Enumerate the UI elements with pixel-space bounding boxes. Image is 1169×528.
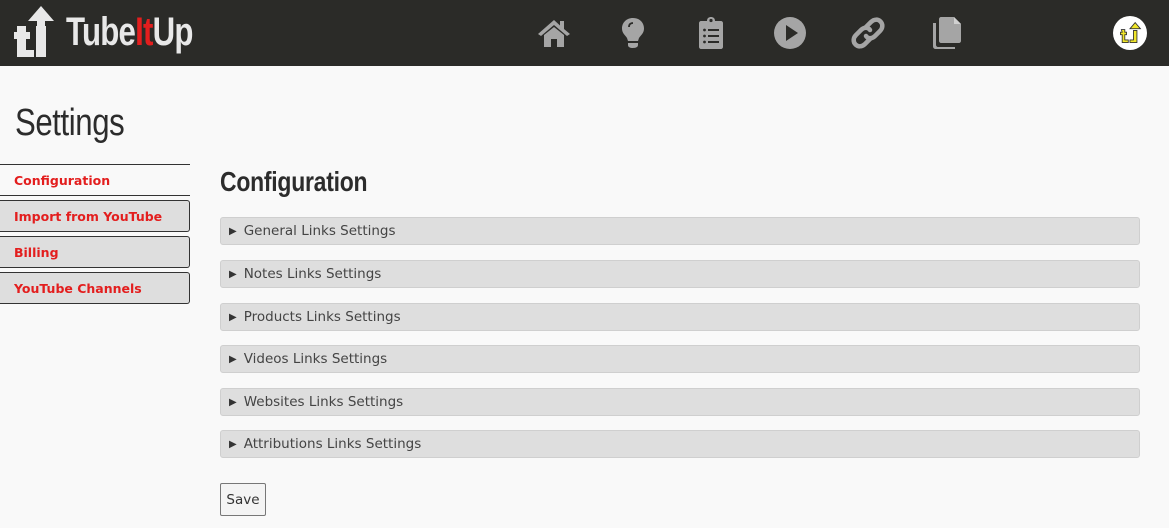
section-title: Configuration xyxy=(220,166,368,197)
accordion-attributions-links[interactable]: ▶ Attributions Links Settings xyxy=(220,430,1140,458)
link-icon[interactable] xyxy=(848,14,888,52)
top-navbar: TubeItUp xyxy=(0,0,1169,66)
main-nav xyxy=(534,14,1005,52)
accordion-label: General Links Settings xyxy=(243,223,396,239)
accordion-label: Products Links Settings xyxy=(243,309,401,325)
expand-triangle-icon: ▶ xyxy=(229,311,237,323)
settings-sidebar: Configuration Import from YouTube Billin… xyxy=(0,164,190,308)
accordion-label: Websites Links Settings xyxy=(243,394,404,410)
brand-name: TubeItUp xyxy=(66,10,193,54)
accordion-general-links[interactable]: ▶ General Links Settings xyxy=(220,217,1140,245)
expand-triangle-icon: ▶ xyxy=(229,268,237,280)
user-avatar[interactable] xyxy=(1113,16,1147,50)
expand-triangle-icon: ▶ xyxy=(229,353,237,365)
copy-icon[interactable] xyxy=(927,14,967,52)
expand-triangle-icon: ▶ xyxy=(229,225,237,237)
page-title: Settings xyxy=(15,102,125,144)
save-button[interactable]: Save xyxy=(220,483,266,516)
expand-triangle-icon: ▶ xyxy=(229,396,237,408)
accordion-label: Videos Links Settings xyxy=(243,351,388,367)
home-icon[interactable] xyxy=(534,14,574,52)
accordion-videos-links[interactable]: ▶ Videos Links Settings xyxy=(220,345,1140,373)
clipboard-list-icon[interactable] xyxy=(691,14,731,52)
sidebar-item-import-from-youtube[interactable]: Import from YouTube xyxy=(0,200,190,232)
sidebar-item-youtube-channels[interactable]: YouTube Channels xyxy=(0,272,190,304)
tubeitup-logo-avatar-icon xyxy=(1120,21,1142,43)
accordion-label: Notes Links Settings xyxy=(243,266,382,282)
sidebar-item-billing[interactable]: Billing xyxy=(0,236,190,268)
expand-triangle-icon: ▶ xyxy=(229,438,237,450)
sidebar-item-configuration[interactable]: Configuration xyxy=(0,164,190,196)
accordion-notes-links[interactable]: ▶ Notes Links Settings xyxy=(220,260,1140,288)
accordion-label: Attributions Links Settings xyxy=(243,436,422,452)
accordion-websites-links[interactable]: ▶ Websites Links Settings xyxy=(220,388,1140,416)
brand-logo[interactable]: TubeItUp xyxy=(14,3,228,61)
accordion-products-links[interactable]: ▶ Products Links Settings xyxy=(220,303,1140,331)
play-circle-icon[interactable] xyxy=(770,14,810,52)
logo-mark-icon xyxy=(14,6,54,57)
lightbulb-icon[interactable] xyxy=(613,14,653,52)
